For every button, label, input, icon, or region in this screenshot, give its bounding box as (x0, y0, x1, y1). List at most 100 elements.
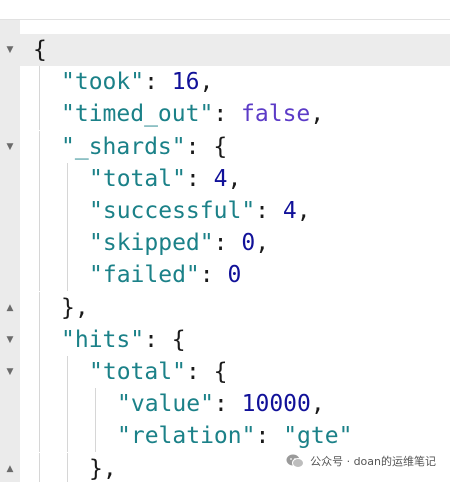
indent-guide (39, 195, 40, 227)
wechat-icon (286, 454, 305, 468)
code-text: }, (89, 453, 117, 482)
code-line: ▲}, (0, 291, 450, 324)
json-punctuation: , (310, 391, 325, 418)
json-key: "value" (117, 391, 214, 418)
json-key: "timed_out" (61, 101, 214, 128)
code-line: "skipped": 0, (0, 227, 450, 260)
indent-guide (95, 420, 96, 453)
json-number: 0 (227, 262, 242, 289)
fold-arrow-up-icon[interactable]: ▲ (0, 292, 20, 324)
code-line: ▼ "_shards": { (0, 130, 450, 163)
indent-guide (67, 452, 68, 482)
code-line: ▼{ (0, 34, 450, 66)
json-key: "successful" (89, 198, 256, 224)
toolbar-strip (0, 0, 450, 20)
code-line: "relation": "gte" (0, 420, 450, 453)
json-response-viewer: ▼{"took": 16, "timed_out": false, ▼ "_shard… (0, 0, 450, 482)
indent-guide (39, 98, 40, 131)
json-key: "skipped" (89, 230, 214, 257)
json-string: "gte" (283, 423, 353, 450)
json-number: 4 (282, 198, 297, 224)
json-punctuation: : (255, 198, 283, 224)
json-punctuation: , (227, 165, 242, 192)
indent-guide (39, 162, 40, 195)
json-boolean: false (241, 101, 311, 128)
code-text: "skipped": 0, (89, 227, 269, 259)
code-line: "value": 10000, (0, 388, 450, 421)
indent-guide (67, 420, 68, 453)
code-text: "total": { (89, 356, 227, 388)
json-punctuation: : { (144, 326, 186, 353)
code-text: "total": 4, (89, 163, 241, 195)
code-line: "total": 4, (0, 162, 450, 195)
code-text: "successful": 4, (89, 195, 311, 227)
code-text: "hits": { (61, 324, 186, 356)
json-punctuation: }, (89, 455, 117, 482)
json-number: 10000 (241, 391, 311, 418)
json-number: 0 (241, 230, 256, 257)
json-punctuation: : (213, 230, 242, 257)
indent-guide (67, 259, 68, 292)
code-line: ▼ "hits": { (0, 323, 450, 356)
json-punctuation: : (185, 165, 214, 192)
json-key: "_shards" (61, 133, 186, 160)
fold-arrow-down-icon[interactable]: ▼ (0, 34, 20, 66)
json-punctuation: : (213, 391, 242, 418)
watermark-text: 公众号 · doan的运维笔记 (310, 455, 436, 468)
indent-guide (39, 227, 40, 260)
json-punctuation: : (255, 423, 284, 450)
indent-guide (39, 130, 40, 163)
indent-guide (95, 388, 96, 421)
fold-arrow-down-icon[interactable]: ▼ (0, 324, 20, 356)
indent-guide (39, 388, 40, 421)
json-key: "took" (61, 69, 145, 96)
code-text: "timed_out": false, (61, 98, 324, 130)
indent-guide (67, 162, 68, 195)
json-punctuation: , (296, 198, 311, 224)
code-text: }, (61, 292, 89, 324)
json-punctuation: }, (61, 294, 89, 321)
watermark: 公众号 · doan的运维笔记 (286, 453, 436, 469)
json-punctuation: : (213, 101, 242, 128)
indent-guide (39, 323, 40, 356)
json-number: 16 (171, 69, 200, 96)
json-key: "failed" (89, 262, 200, 289)
indent-guide (39, 356, 40, 388)
indent-guide (67, 356, 68, 388)
code-line: "timed_out": false, (0, 98, 450, 131)
code-line: "successful": 4, (0, 195, 450, 227)
json-punctuation: : { (185, 359, 228, 385)
json-key: "relation" (117, 423, 256, 450)
code-text: "value": 10000, (117, 388, 325, 420)
code-line: ▼ "total": { (0, 356, 450, 388)
fold-arrow-down-icon[interactable]: ▼ (0, 131, 20, 163)
code-text: "relation": "gte" (117, 420, 352, 452)
code-text: { (33, 34, 47, 66)
indent-guide (67, 388, 68, 421)
indent-guide (67, 227, 68, 260)
json-punctuation: : (199, 262, 228, 289)
code-line: "took": 16, (0, 66, 450, 99)
json-key: "total" (89, 165, 186, 192)
code-line: "failed": 0 (0, 259, 450, 292)
indent-guide (39, 291, 40, 324)
json-punctuation: { (33, 37, 47, 63)
json-key: "hits" (61, 326, 145, 353)
code-text: "failed": 0 (89, 259, 241, 291)
indent-guide (39, 259, 40, 292)
json-punctuation: , (199, 69, 214, 96)
code-text: "_shards": { (61, 131, 227, 163)
fold-arrow-up-icon[interactable]: ▲ (0, 453, 20, 482)
json-punctuation: : { (185, 133, 228, 160)
indent-guide (39, 452, 40, 482)
code-text: "took": 16, (61, 66, 213, 98)
fold-arrow-down-icon[interactable]: ▼ (0, 356, 20, 388)
json-punctuation: : (144, 69, 172, 96)
json-punctuation: , (255, 230, 270, 257)
indent-guide (39, 420, 40, 453)
indent-guide (39, 66, 40, 99)
json-punctuation: , (310, 101, 325, 128)
indent-guide (67, 195, 68, 227)
json-key: "total" (89, 359, 186, 385)
json-number: 4 (213, 165, 228, 192)
